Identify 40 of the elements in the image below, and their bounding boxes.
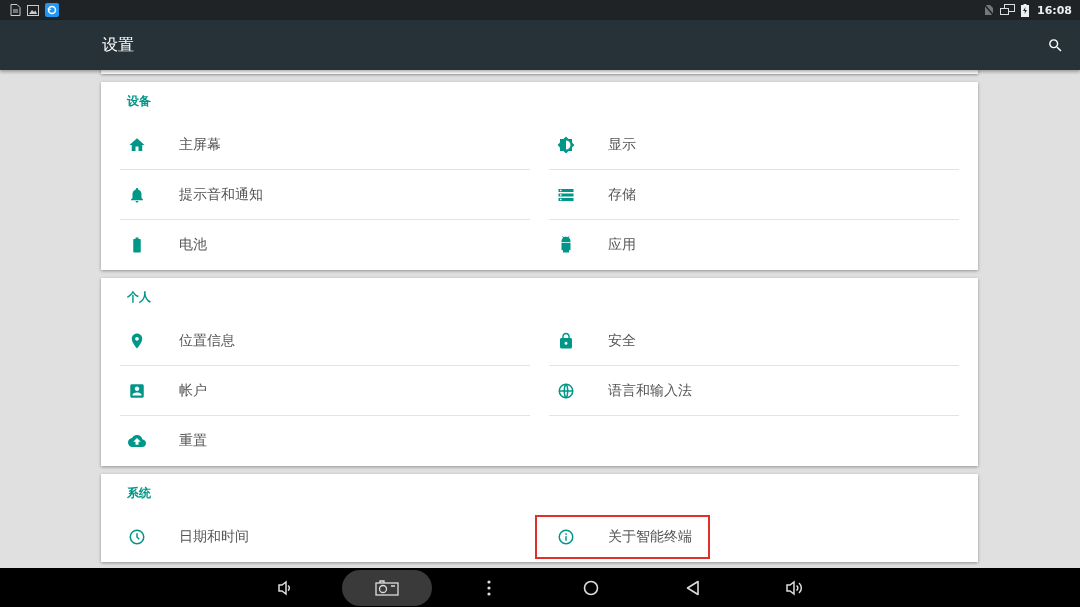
brightness-icon xyxy=(557,135,575,154)
no-sim-icon xyxy=(984,4,994,16)
settings-item[interactable]: 主屏幕 xyxy=(106,122,239,167)
settings-item[interactable]: 帐户 xyxy=(106,368,225,413)
speaker-high-icon xyxy=(785,578,805,597)
settings-item[interactable]: 位置信息 xyxy=(106,318,253,363)
clock-time: 16:08 xyxy=(1037,3,1072,17)
speaker-low-icon xyxy=(277,579,293,596)
settings-item[interactable]: 应用 xyxy=(535,223,654,267)
settings-item[interactable]: 语言和输入法 xyxy=(535,368,710,413)
battery-charging-icon xyxy=(1021,3,1029,17)
settings-item[interactable]: 重置 xyxy=(106,419,225,463)
image-icon xyxy=(27,4,39,16)
bell-icon xyxy=(128,185,146,204)
settings-item[interactable]: 提示音和通知 xyxy=(106,172,281,217)
document-icon xyxy=(10,4,21,16)
screen-title: 设置 xyxy=(102,34,135,56)
screenshot-button[interactable] xyxy=(342,569,432,606)
screens-icon xyxy=(1000,4,1015,16)
camera-icon xyxy=(375,579,399,596)
back-triangle-icon xyxy=(686,579,700,596)
settings-item[interactable]: 日期和时间 xyxy=(106,515,267,559)
section-header: 设备 xyxy=(125,93,152,110)
search-icon xyxy=(1047,36,1064,54)
settings-item[interactable]: 安全 xyxy=(535,318,654,363)
info-icon xyxy=(557,528,575,546)
more-dots-icon xyxy=(487,579,491,596)
settings-item[interactable]: 关于智能终端 xyxy=(535,515,710,559)
settings-item[interactable]: 电池 xyxy=(106,223,225,267)
cloud-upload-icon xyxy=(128,432,146,450)
circle-icon xyxy=(583,579,599,596)
section-header: 个人 xyxy=(126,289,152,306)
section-header: 系统 xyxy=(126,485,152,502)
settings-item[interactable]: 显示 xyxy=(535,122,654,167)
person-card-icon xyxy=(128,381,146,400)
globe-icon xyxy=(557,381,575,400)
settings-item[interactable]: 存储 xyxy=(535,172,654,217)
lock-icon xyxy=(557,331,575,350)
sync-app-icon xyxy=(45,3,59,17)
clock-icon xyxy=(128,528,146,546)
